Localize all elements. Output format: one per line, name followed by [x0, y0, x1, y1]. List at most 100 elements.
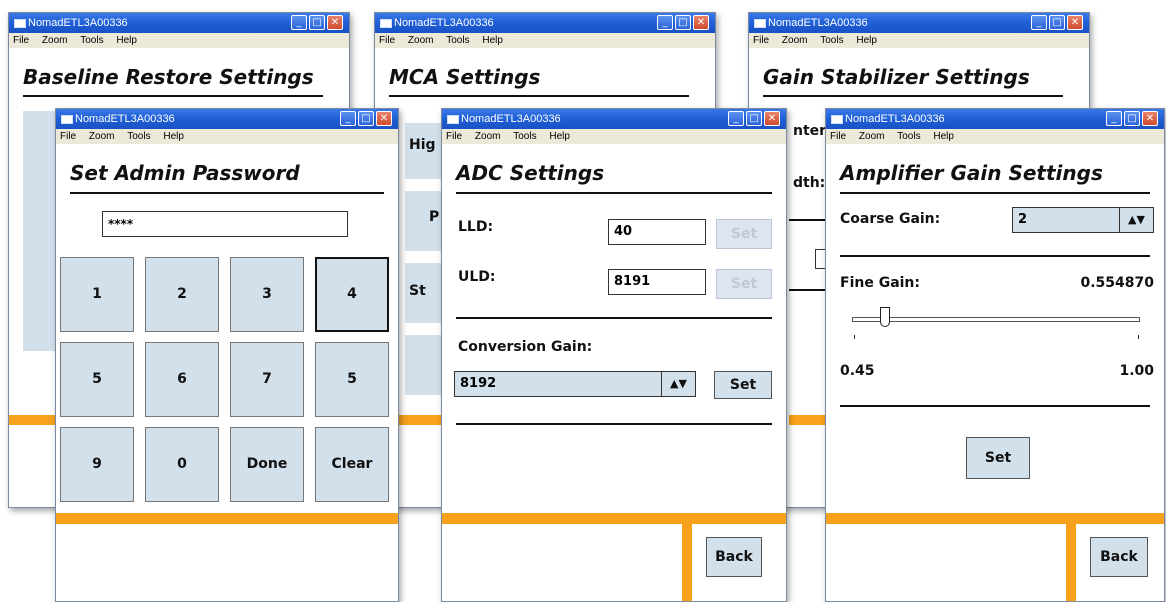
menu-file[interactable]: File — [830, 131, 846, 142]
adc-window: NomadETL3A00336 _ □ ✕ File Zoom Tools He… — [441, 108, 787, 602]
key-9[interactable]: 9 — [60, 427, 134, 502]
done-button[interactable]: Done — [230, 427, 304, 502]
menu-zoom[interactable]: Zoom — [42, 35, 68, 46]
minimize-button[interactable]: _ — [291, 15, 307, 30]
menu-zoom[interactable]: Zoom — [782, 35, 808, 46]
mca-label-p: P — [429, 209, 440, 225]
menu-bar: File Zoom Tools Help — [375, 33, 715, 48]
menu-tools[interactable]: Tools — [897, 131, 920, 142]
uld-input[interactable]: 8191 — [608, 269, 706, 295]
orange-bar — [789, 415, 829, 425]
key-8[interactable]: 5 — [315, 342, 389, 417]
divider — [456, 192, 772, 194]
menu-help[interactable]: Help — [856, 35, 877, 46]
maximize-button[interactable]: □ — [309, 15, 325, 30]
page-title: MCA Settings — [389, 65, 541, 89]
menu-bar: File Zoom Tools Help — [826, 129, 1164, 144]
slider-thumb[interactable] — [880, 307, 890, 327]
key-0[interactable]: 0 — [145, 427, 219, 502]
password-window: NomadETL3A00336 _ □ ✕ File Zoom Tools He… — [55, 108, 399, 602]
close-button[interactable]: ✕ — [1067, 15, 1083, 30]
title-bar[interactable]: NomadETL3A00336 _ □ ✕ — [749, 13, 1089, 33]
menu-file[interactable]: File — [753, 35, 769, 46]
menu-help[interactable]: Help — [549, 131, 570, 142]
orange-divider — [1066, 513, 1076, 601]
menu-tools[interactable]: Tools — [80, 35, 103, 46]
divider — [456, 317, 772, 319]
back-button[interactable]: Back — [1090, 537, 1148, 577]
key-7[interactable]: 7 — [230, 342, 304, 417]
menu-help[interactable]: Help — [482, 35, 503, 46]
title-bar[interactable]: NomadETL3A00336 _ □ ✕ — [826, 109, 1164, 129]
menu-zoom[interactable]: Zoom — [89, 131, 115, 142]
spin-arrows-icon[interactable]: ▲▼ — [1119, 208, 1153, 232]
menu-tools[interactable]: Tools — [127, 131, 150, 142]
menu-help[interactable]: Help — [933, 131, 954, 142]
mca-button-4[interactable] — [405, 335, 445, 395]
minimize-button[interactable]: _ — [657, 15, 673, 30]
fine-gain-label: Fine Gain: — [840, 275, 921, 291]
minimize-button[interactable]: _ — [728, 111, 744, 126]
divider — [789, 219, 829, 221]
conversion-gain-select[interactable]: 8192 ▲▼ — [454, 371, 696, 397]
close-button[interactable]: ✕ — [1142, 111, 1158, 126]
coarse-gain-select[interactable]: 2 ▲▼ — [1012, 207, 1154, 233]
lld-input[interactable]: 40 — [608, 219, 706, 245]
maximize-button[interactable]: □ — [675, 15, 691, 30]
key-4[interactable]: 4 — [315, 257, 389, 332]
minimize-button[interactable]: _ — [1031, 15, 1047, 30]
title-bar[interactable]: NomadETL3A00336 _ □ ✕ — [442, 109, 786, 129]
slider-tick-min — [854, 335, 855, 339]
amp-set-button[interactable]: Set — [966, 437, 1030, 479]
window-title: NomadETL3A00336 — [845, 113, 945, 125]
orange-bar — [442, 513, 786, 524]
page-title: Baseline Restore Settings — [23, 65, 314, 89]
back-button[interactable]: Back — [706, 537, 762, 577]
title-bar[interactable]: NomadETL3A00336 _ □ ✕ — [9, 13, 349, 33]
clear-button[interactable]: Clear — [315, 427, 389, 502]
menu-zoom[interactable]: Zoom — [408, 35, 434, 46]
orange-divider — [682, 513, 692, 601]
menu-file[interactable]: File — [379, 35, 395, 46]
menu-zoom[interactable]: Zoom — [859, 131, 885, 142]
minimize-button[interactable]: _ — [1106, 111, 1122, 126]
key-1[interactable]: 1 — [60, 257, 134, 332]
key-3[interactable]: 3 — [230, 257, 304, 332]
menu-help[interactable]: Help — [163, 131, 184, 142]
fine-gain-slider[interactable] — [852, 305, 1140, 335]
title-bar[interactable]: NomadETL3A00336 _ □ ✕ — [56, 109, 398, 129]
slider-min-label: 0.45 — [840, 363, 875, 379]
key-6[interactable]: 6 — [145, 342, 219, 417]
spin-arrows-icon[interactable]: ▲▼ — [661, 372, 695, 396]
menu-file[interactable]: File — [60, 131, 76, 142]
menu-tools[interactable]: Tools — [820, 35, 843, 46]
close-button[interactable]: ✕ — [327, 15, 343, 30]
maximize-button[interactable]: □ — [358, 111, 374, 126]
key-2[interactable]: 2 — [145, 257, 219, 332]
password-input[interactable]: **** — [102, 211, 348, 237]
menu-zoom[interactable]: Zoom — [475, 131, 501, 142]
close-button[interactable]: ✕ — [764, 111, 780, 126]
lld-set-button[interactable]: Set — [716, 219, 772, 249]
close-button[interactable]: ✕ — [693, 15, 709, 30]
menu-bar: File Zoom Tools Help — [56, 129, 398, 144]
conversion-gain-set-button[interactable]: Set — [714, 371, 772, 399]
width-label: dth: — [793, 175, 826, 191]
menu-help[interactable]: Help — [116, 35, 137, 46]
menu-file[interactable]: File — [446, 131, 462, 142]
amplifier-window: NomadETL3A00336 _ □ ✕ File Zoom Tools He… — [825, 108, 1165, 602]
maximize-button[interactable]: □ — [1124, 111, 1140, 126]
menu-tools[interactable]: Tools — [446, 35, 469, 46]
key-5[interactable]: 5 — [60, 342, 134, 417]
maximize-button[interactable]: □ — [1049, 15, 1065, 30]
minimize-button[interactable]: _ — [340, 111, 356, 126]
uld-set-button[interactable]: Set — [716, 269, 772, 299]
maximize-button[interactable]: □ — [746, 111, 762, 126]
title-bar[interactable]: NomadETL3A00336 _ □ ✕ — [375, 13, 715, 33]
menu-tools[interactable]: Tools — [513, 131, 536, 142]
mca-label-st: St — [409, 283, 426, 299]
menu-file[interactable]: File — [13, 35, 29, 46]
orange-bar — [56, 513, 398, 524]
close-button[interactable]: ✕ — [376, 111, 392, 126]
page-title: Set Admin Password — [70, 161, 300, 185]
